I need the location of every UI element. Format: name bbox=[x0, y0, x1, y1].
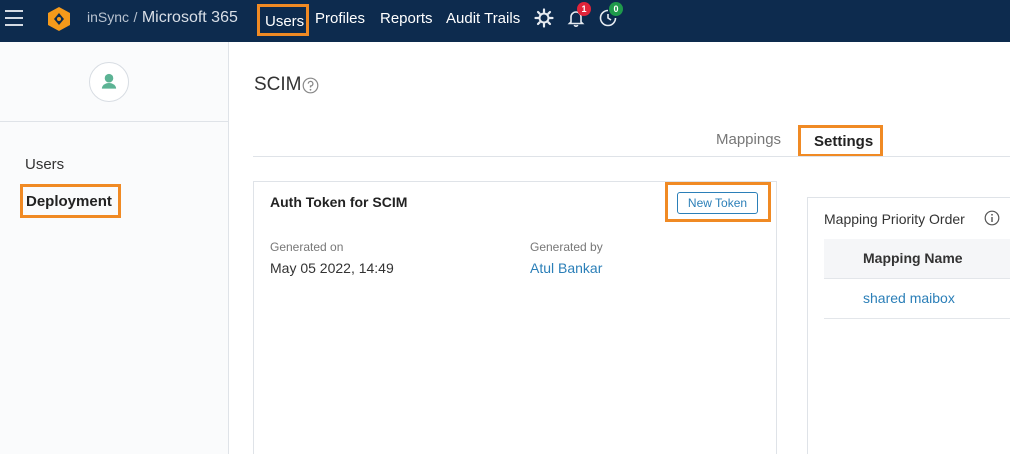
generated-by-label: Generated by bbox=[530, 240, 603, 254]
nav-users[interactable]: Users bbox=[257, 4, 309, 36]
generated-on-value: May 05 2022, 14:49 bbox=[270, 260, 394, 276]
notifications-badge: 1 bbox=[577, 2, 591, 16]
new-token-highlight: New Token bbox=[665, 182, 771, 222]
auth-token-card: Auth Token for SCIM New Token Generated … bbox=[253, 181, 777, 454]
tab-mappings[interactable]: Mappings bbox=[716, 131, 781, 148]
left-sidebar: Users Deployment bbox=[0, 42, 229, 454]
new-token-button[interactable]: New Token bbox=[677, 192, 758, 214]
nav-reports[interactable]: Reports bbox=[380, 10, 433, 27]
brand-prefix: inSync bbox=[87, 9, 130, 25]
sidebar-item-deployment[interactable]: Deployment bbox=[20, 184, 121, 218]
help-icon[interactable] bbox=[302, 77, 319, 94]
user-avatar-icon[interactable] bbox=[89, 62, 129, 102]
mapping-table-header: Mapping Name bbox=[824, 239, 1010, 279]
tab-settings[interactable]: Settings bbox=[798, 125, 883, 157]
generated-on-label: Generated on bbox=[270, 240, 344, 254]
table-row: shared maibox bbox=[824, 279, 1010, 319]
tabs-divider bbox=[253, 156, 1010, 157]
generated-by-link[interactable]: Atul Bankar bbox=[530, 260, 602, 276]
activity-badge: 0 bbox=[609, 2, 623, 16]
sidebar-item-users[interactable]: Users bbox=[25, 156, 64, 173]
top-navigation-bar: inSync / Microsoft 365 Users Profiles Re… bbox=[0, 0, 1010, 42]
sidebar-divider bbox=[0, 121, 229, 122]
auth-token-card-title: Auth Token for SCIM bbox=[270, 194, 408, 210]
nav-audit-trails[interactable]: Audit Trails bbox=[446, 10, 520, 27]
page-title: SCIM bbox=[254, 74, 302, 95]
product-brand: inSync / Microsoft 365 bbox=[87, 9, 238, 27]
hamburger-menu-icon[interactable] bbox=[5, 10, 23, 26]
mapping-name-link[interactable]: shared maibox bbox=[863, 290, 955, 306]
column-header-mapping-name: Mapping Name bbox=[863, 250, 963, 266]
druva-logo-icon bbox=[48, 7, 70, 31]
brand-product: Microsoft 365 bbox=[141, 9, 238, 26]
mapping-priority-panel: Mapping Priority Order Mapping Name shar… bbox=[807, 197, 1010, 454]
info-icon[interactable] bbox=[984, 210, 1000, 226]
mapping-priority-title: Mapping Priority Order bbox=[824, 211, 965, 227]
brand-separator: / bbox=[133, 9, 138, 25]
nav-profiles[interactable]: Profiles bbox=[315, 10, 365, 27]
gear-icon[interactable] bbox=[534, 8, 554, 28]
